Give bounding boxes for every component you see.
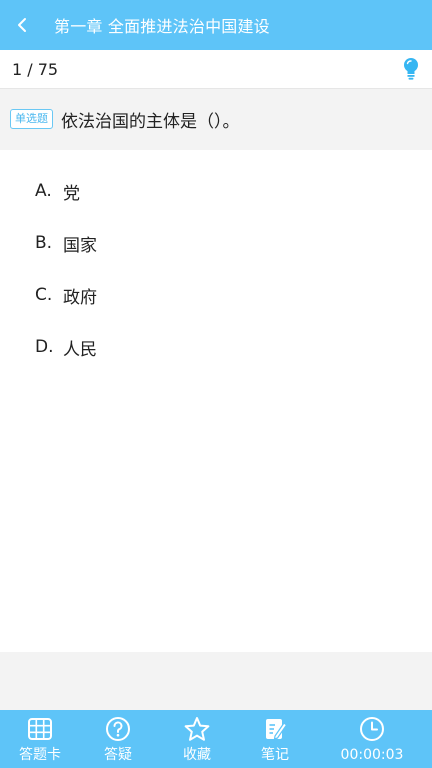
tab-label: 收藏 — [183, 747, 211, 763]
star-icon — [184, 717, 210, 741]
lightbulb-icon — [404, 58, 418, 80]
option-d[interactable]: D. 人民 — [35, 332, 97, 362]
tab-label: 答题卡 — [19, 747, 61, 763]
tab-label: 答疑 — [104, 747, 132, 763]
question-stem: 依法治国的主体是（）。 — [61, 111, 240, 132]
question-block: 单选题 依法治国的主体是（）。 — [0, 89, 432, 149]
timer-value: 00:00:03 — [340, 747, 404, 763]
options-panel: A. 党 B. 国家 C. 政府 D. 人民 — [0, 150, 432, 652]
option-text: 党 — [63, 183, 80, 204]
back-button[interactable] — [0, 0, 44, 50]
hint-button[interactable] — [400, 57, 422, 81]
timer: 00:00:03 — [312, 710, 432, 768]
chevron-left-icon — [18, 18, 26, 32]
option-a[interactable]: A. 党 — [35, 176, 80, 206]
option-text: 人民 — [63, 339, 97, 360]
question-type-badge: 单选题 — [10, 109, 53, 129]
bottom-toolbar: 答题卡 答疑 收藏 笔记 00:00:03 — [0, 710, 432, 768]
option-b[interactable]: B. 国家 — [35, 228, 97, 258]
grid-card-icon — [28, 718, 52, 740]
tab-answer-card[interactable]: 答题卡 — [0, 710, 80, 768]
question-counter: 1 / 75 — [12, 59, 59, 79]
tab-qa[interactable]: 答疑 — [80, 710, 156, 768]
option-text: 政府 — [63, 287, 97, 308]
option-letter: D. — [35, 337, 54, 357]
tab-notes[interactable]: 笔记 — [238, 710, 312, 768]
option-letter: B. — [35, 233, 53, 253]
header-bar: 第一章 全面推进法治中国建设 — [0, 0, 432, 50]
question-circle-icon — [106, 717, 130, 741]
tab-label: 笔记 — [261, 747, 289, 763]
clock-icon — [360, 717, 384, 741]
option-text: 国家 — [63, 235, 97, 256]
option-letter: C. — [35, 285, 53, 305]
progress-row: 1 / 75 — [0, 50, 432, 89]
page-title: 第一章 全面推进法治中国建设 — [54, 17, 270, 36]
option-c[interactable]: C. 政府 — [35, 280, 97, 310]
tab-favorite[interactable]: 收藏 — [156, 710, 238, 768]
option-letter: A. — [35, 181, 52, 201]
note-edit-icon — [266, 719, 288, 740]
